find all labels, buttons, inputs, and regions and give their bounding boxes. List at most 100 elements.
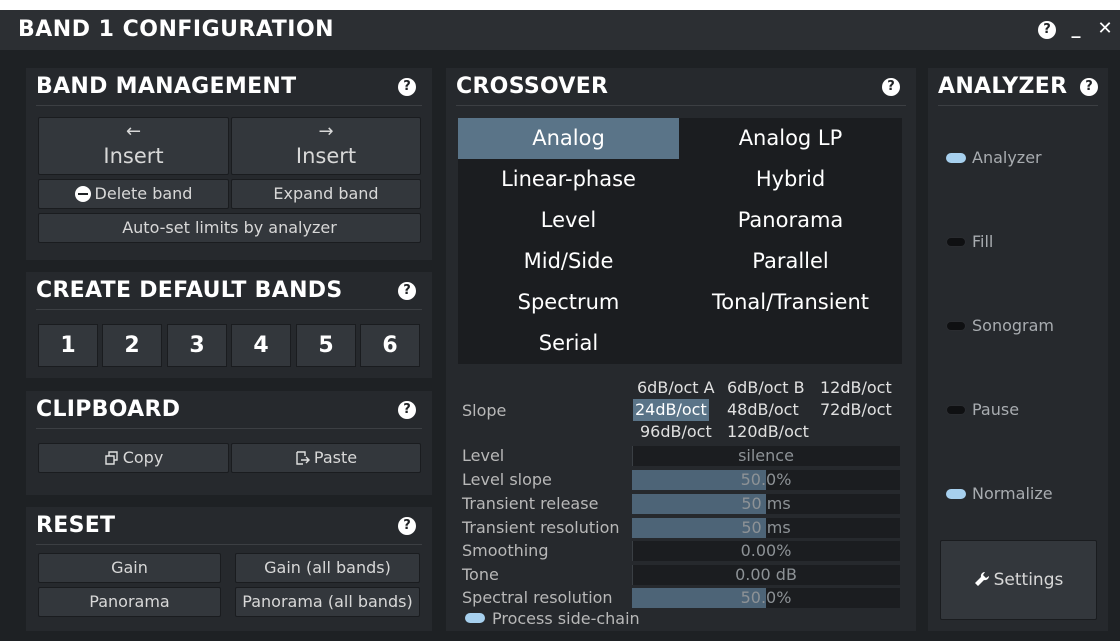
reset-gain-all-button[interactable]: Gain (all bands)	[235, 553, 420, 583]
clipboard-panel: CLIPBOARD ? Copy Paste	[26, 391, 432, 495]
crossover-type-spectrum[interactable]: Spectrum	[458, 282, 679, 323]
close-icon[interactable]: ✕	[1094, 18, 1116, 40]
slope-96db[interactable]: 96dB/oct	[638, 421, 714, 443]
crossover-type-hybrid[interactable]: Hybrid	[680, 159, 901, 200]
tone-value: 0.00 dB	[735, 565, 797, 584]
transient-resolution-slider[interactable]: 50 ms	[632, 518, 900, 538]
panel-title: RESET	[36, 513, 116, 538]
paste-label: Paste	[313, 448, 358, 467]
spectral-resolution-slider[interactable]: 50.0%	[632, 588, 900, 608]
pause-toggle-label: Pause	[972, 400, 1020, 419]
default-bands-2-button[interactable]: 2	[102, 324, 162, 367]
slope-6db-a[interactable]: 6dB/oct A	[635, 377, 717, 399]
tone-label: Tone	[462, 565, 499, 584]
settings-label: Settings	[993, 570, 1064, 590]
help-icon[interactable]: ?	[1038, 21, 1056, 39]
panel-header: CLIPBOARD ?	[36, 391, 422, 429]
insert-right-button[interactable]: → Insert	[231, 117, 421, 175]
paste-button[interactable]: Paste	[231, 443, 421, 473]
reset-panorama-button[interactable]: Panorama	[38, 587, 221, 617]
panel-header: CREATE DEFAULT BANDS ?	[36, 272, 422, 310]
sonogram-toggle-label: Sonogram	[972, 316, 1054, 335]
slope-6db-b[interactable]: 6dB/oct B	[725, 377, 807, 399]
help-icon[interactable]: ?	[398, 282, 416, 300]
default-bands-6-button[interactable]: 6	[360, 324, 420, 367]
level-value: silence	[738, 446, 794, 465]
crossover-type-serial[interactable]: Serial	[458, 323, 679, 364]
sonogram-toggle[interactable]	[946, 321, 966, 331]
arrow-left-icon: ←	[125, 121, 142, 142]
panel-header: ANALYZER ?	[938, 68, 1098, 106]
slope-72db[interactable]: 72dB/oct	[818, 399, 894, 421]
auto-set-label: Auto-set limits by analyzer	[122, 218, 337, 237]
panel-title: CREATE DEFAULT BANDS	[36, 278, 343, 303]
default-bands-4-button[interactable]: 4	[231, 324, 291, 367]
reset-panorama-all-button[interactable]: Panorama (all bands)	[235, 587, 420, 617]
help-icon[interactable]: ?	[882, 78, 900, 96]
default-bands-5-button[interactable]: 5	[296, 324, 356, 367]
panel-title: CLIPBOARD	[36, 397, 181, 422]
panel-header: RESET ?	[36, 507, 422, 545]
slope-12db[interactable]: 12dB/oct	[818, 377, 894, 399]
level-slider[interactable]: silence	[632, 446, 900, 466]
crossover-type-tonal-transient[interactable]: Tonal/Transient	[680, 282, 901, 323]
analyzer-toggle[interactable]	[946, 153, 966, 163]
process-sidechain-label: Process side-chain	[492, 609, 640, 628]
slope-120db[interactable]: 120dB/oct	[725, 421, 811, 443]
crossover-type-linear-phase[interactable]: Linear-phase	[458, 159, 679, 200]
pause-toggle[interactable]	[946, 405, 966, 415]
process-sidechain-toggle[interactable]	[465, 613, 485, 623]
paste-icon	[296, 451, 310, 465]
delete-band-label: Delete band	[94, 184, 193, 203]
copy-icon	[105, 451, 118, 465]
transient-resolution-value: 50 ms	[741, 518, 791, 537]
transient-release-slider[interactable]: 50 ms	[632, 494, 900, 514]
auto-set-limits-button[interactable]: Auto-set limits by analyzer	[38, 213, 421, 243]
default-bands-1-button[interactable]: 1	[38, 324, 98, 367]
transient-release-label: Transient release	[462, 494, 599, 513]
crossover-type-analog-lp[interactable]: Analog LP	[680, 118, 901, 159]
transient-release-value: 50 ms	[741, 494, 791, 513]
delete-band-button[interactable]: Delete band	[38, 179, 229, 209]
default-bands-3-button[interactable]: 3	[167, 324, 227, 367]
fill-toggle[interactable]	[946, 237, 966, 247]
level-slope-slider[interactable]: 50.0%	[632, 470, 900, 490]
expand-band-button[interactable]: Expand band	[231, 179, 421, 209]
smoothing-slider[interactable]: 0.00%	[632, 541, 900, 561]
minimize-icon[interactable]: _	[1066, 18, 1086, 40]
window-title: BAND 1 CONFIGURATION	[18, 17, 335, 42]
expand-band-label: Expand band	[273, 184, 379, 203]
reset-panel: RESET ? Gain Gain (all bands) Panorama P…	[26, 507, 432, 631]
crossover-type-parallel[interactable]: Parallel	[680, 241, 901, 282]
band-management-panel: BAND MANAGEMENT ? ← Insert → Insert Dele…	[26, 68, 432, 260]
crossover-type-selector: Analog Analog LP Linear-phase Hybrid Lev…	[458, 118, 902, 364]
smoothing-value: 0.00%	[740, 541, 792, 560]
insert-label: Insert	[103, 144, 164, 168]
help-icon[interactable]: ?	[398, 78, 416, 96]
crossover-type-panorama[interactable]: Panorama	[680, 200, 901, 241]
copy-button[interactable]: Copy	[38, 443, 229, 473]
level-slope-label: Level slope	[462, 470, 552, 489]
analyzer-settings-button[interactable]: Settings	[940, 540, 1097, 620]
help-icon[interactable]: ?	[1080, 78, 1098, 96]
spectral-resolution-label: Spectral resolution	[462, 588, 613, 607]
help-icon[interactable]: ?	[398, 517, 416, 535]
fill-toggle-label: Fill	[972, 232, 994, 251]
reset-gain-button[interactable]: Gain	[38, 553, 221, 583]
slope-label: Slope	[462, 401, 507, 420]
slope-24db[interactable]: 24dB/oct	[633, 399, 709, 421]
normalize-toggle-label: Normalize	[972, 484, 1053, 503]
tone-slider[interactable]: 0.00 dB	[632, 565, 900, 585]
copy-label: Copy	[122, 448, 164, 467]
help-icon[interactable]: ?	[398, 401, 416, 419]
panel-title: BAND MANAGEMENT	[36, 74, 297, 99]
arrow-right-icon: →	[318, 121, 334, 142]
crossover-type-mid-side[interactable]: Mid/Side	[458, 241, 679, 282]
level-label: Level	[462, 446, 505, 465]
crossover-type-level[interactable]: Level	[458, 200, 679, 241]
insert-label: Insert	[295, 144, 357, 168]
normalize-toggle[interactable]	[946, 489, 966, 499]
crossover-type-analog[interactable]: Analog	[458, 118, 679, 159]
insert-left-button[interactable]: ← Insert	[38, 117, 229, 175]
slope-48db[interactable]: 48dB/oct	[725, 399, 801, 421]
